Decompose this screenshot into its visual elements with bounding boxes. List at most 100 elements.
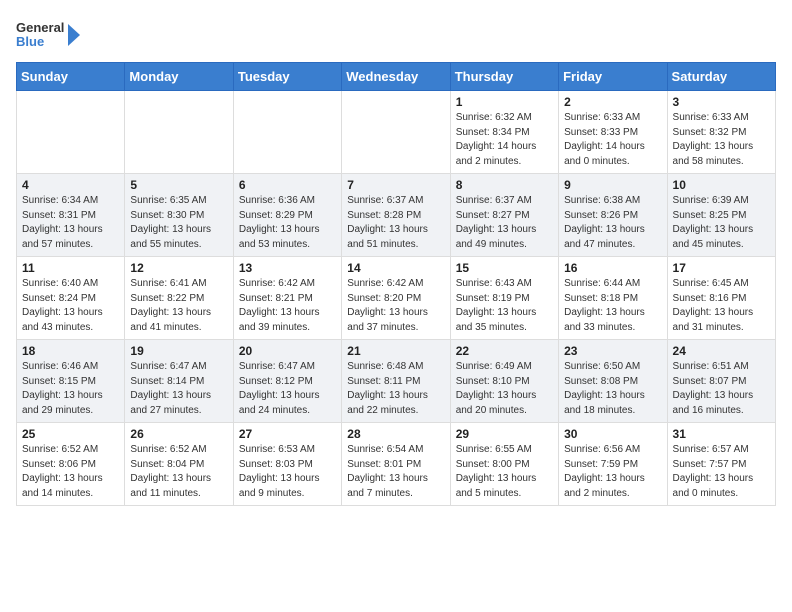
day-number: 2 <box>564 95 661 109</box>
day-info: Sunrise: 6:35 AMSunset: 8:30 PMDaylight:… <box>130 194 227 252</box>
day-info: Sunrise: 6:38 AMSunset: 8:26 PMDaylight:… <box>564 194 661 252</box>
day-number: 16 <box>564 261 661 275</box>
day-info: Sunrise: 6:36 AMSunset: 8:29 PMDaylight:… <box>239 194 336 252</box>
day-number: 15 <box>456 261 553 275</box>
day-info: Sunrise: 6:42 AMSunset: 8:20 PMDaylight:… <box>347 277 444 335</box>
calendar-cell: 28 Sunrise: 6:54 AMSunset: 8:01 PMDayligh… <box>342 423 450 506</box>
day-number: 21 <box>347 344 444 358</box>
day-info: Sunrise: 6:40 AMSunset: 8:24 PMDaylight:… <box>22 277 119 335</box>
calendar-cell: 3 Sunrise: 6:33 AMSunset: 8:32 PMDaylight… <box>667 91 775 174</box>
calendar-table: SundayMondayTuesdayWednesdayThursdayFrid… <box>16 62 776 506</box>
day-info: Sunrise: 6:32 AMSunset: 8:34 PMDaylight:… <box>456 111 553 169</box>
calendar-cell: 12Sunrise: 6:41 AMSunset: 8:22 PMDayligh… <box>125 257 233 340</box>
calendar-cell <box>17 91 125 174</box>
day-info: Sunrise: 6:33 AMSunset: 8:33 PMDaylight:… <box>564 111 661 169</box>
day-number: 13 <box>239 261 336 275</box>
day-number: 31 <box>673 427 770 441</box>
day-info: Sunrise: 6:50 AMSunset: 8:08 PMDaylight:… <box>564 360 661 418</box>
day-number: 20 <box>239 344 336 358</box>
calendar-cell: 11 Sunrise: 6:40 AMSunset: 8:24 PMDayligh… <box>17 257 125 340</box>
calendar-cell: 31 Sunrise: 6:57 AMSunset: 7:57 PMDayligh… <box>667 423 775 506</box>
day-number: 1 <box>456 95 553 109</box>
calendar-cell: 14Sunrise: 6:42 AMSunset: 8:20 PMDayligh… <box>342 257 450 340</box>
calendar-cell: 16 Sunrise: 6:44 AMSunset: 8:18 PMDayligh… <box>559 257 667 340</box>
calendar-cell: 2 Sunrise: 6:33 AMSunset: 8:33 PMDaylight… <box>559 91 667 174</box>
day-info: Sunrise: 6:55 AMSunset: 8:00 PMDaylight:… <box>456 443 553 501</box>
day-info: Sunrise: 6:44 AMSunset: 8:18 PMDaylight:… <box>564 277 661 335</box>
day-info: Sunrise: 6:54 AMSunset: 8:01 PMDaylight:… <box>347 443 444 501</box>
day-number: 25 <box>22 427 119 441</box>
calendar-day-header: Tuesday <box>233 63 341 91</box>
day-number: 29 <box>456 427 553 441</box>
calendar-cell: 27Sunrise: 6:53 AMSunset: 8:03 PMDayligh… <box>233 423 341 506</box>
day-info: Sunrise: 6:37 AMSunset: 8:28 PMDaylight:… <box>347 194 444 252</box>
day-number: 9 <box>564 178 661 192</box>
day-number: 3 <box>673 95 770 109</box>
day-info: Sunrise: 6:45 AMSunset: 8:16 PMDaylight:… <box>673 277 770 335</box>
calendar-cell: 22Sunrise: 6:49 AMSunset: 8:10 PMDayligh… <box>450 340 558 423</box>
day-info: Sunrise: 6:52 AMSunset: 8:04 PMDaylight:… <box>130 443 227 501</box>
day-info: Sunrise: 6:56 AMSunset: 7:59 PMDaylight:… <box>564 443 661 501</box>
calendar-cell: 13 Sunrise: 6:42 AMSunset: 8:21 PMDayligh… <box>233 257 341 340</box>
calendar-cell: 29 Sunrise: 6:55 AMSunset: 8:00 PMDayligh… <box>450 423 558 506</box>
calendar-cell: 7 Sunrise: 6:37 AMSunset: 8:28 PMDaylight… <box>342 174 450 257</box>
calendar-week-row: 11 Sunrise: 6:40 AMSunset: 8:24 PMDayligh… <box>17 257 776 340</box>
day-info: Sunrise: 6:47 AMSunset: 8:14 PMDaylight:… <box>130 360 227 418</box>
day-info: Sunrise: 6:39 AMSunset: 8:25 PMDaylight:… <box>673 194 770 252</box>
calendar-cell: 8 Sunrise: 6:37 AMSunset: 8:27 PMDaylight… <box>450 174 558 257</box>
day-info: Sunrise: 6:37 AMSunset: 8:27 PMDaylight:… <box>456 194 553 252</box>
calendar-week-row: 1 Sunrise: 6:32 AMSunset: 8:34 PMDaylight… <box>17 91 776 174</box>
day-number: 28 <box>347 427 444 441</box>
day-number: 6 <box>239 178 336 192</box>
logo-svg: GeneralBlue <box>16 16 96 54</box>
day-info: Sunrise: 6:33 AMSunset: 8:32 PMDaylight:… <box>673 111 770 169</box>
calendar-cell: 6 Sunrise: 6:36 AMSunset: 8:29 PMDaylight… <box>233 174 341 257</box>
calendar-cell: 15Sunrise: 6:43 AMSunset: 8:19 PMDayligh… <box>450 257 558 340</box>
day-info: Sunrise: 6:48 AMSunset: 8:11 PMDaylight:… <box>347 360 444 418</box>
day-number: 7 <box>347 178 444 192</box>
calendar-cell: 19 Sunrise: 6:47 AMSunset: 8:14 PMDayligh… <box>125 340 233 423</box>
calendar-cell: 20 Sunrise: 6:47 AMSunset: 8:12 PMDayligh… <box>233 340 341 423</box>
day-info: Sunrise: 6:57 AMSunset: 7:57 PMDaylight:… <box>673 443 770 501</box>
day-number: 4 <box>22 178 119 192</box>
svg-text:General: General <box>16 20 64 35</box>
day-info: Sunrise: 6:47 AMSunset: 8:12 PMDaylight:… <box>239 360 336 418</box>
day-number: 19 <box>130 344 227 358</box>
day-number: 18 <box>22 344 119 358</box>
calendar-cell: 24Sunrise: 6:51 AMSunset: 8:07 PMDayligh… <box>667 340 775 423</box>
day-info: Sunrise: 6:46 AMSunset: 8:15 PMDaylight:… <box>22 360 119 418</box>
day-info: Sunrise: 6:42 AMSunset: 8:21 PMDaylight:… <box>239 277 336 335</box>
calendar-cell: 18 Sunrise: 6:46 AMSunset: 8:15 PMDayligh… <box>17 340 125 423</box>
calendar-week-row: 25 Sunrise: 6:52 AMSunset: 8:06 PMDayligh… <box>17 423 776 506</box>
header: GeneralBlue <box>16 16 776 54</box>
calendar-cell: 4Sunrise: 6:34 AMSunset: 8:31 PMDaylight… <box>17 174 125 257</box>
logo: GeneralBlue <box>16 16 96 54</box>
calendar-cell: 25 Sunrise: 6:52 AMSunset: 8:06 PMDayligh… <box>17 423 125 506</box>
day-number: 12 <box>130 261 227 275</box>
day-number: 30 <box>564 427 661 441</box>
day-number: 11 <box>22 261 119 275</box>
day-number: 8 <box>456 178 553 192</box>
calendar-cell: 23 Sunrise: 6:50 AMSunset: 8:08 PMDayligh… <box>559 340 667 423</box>
day-number: 17 <box>673 261 770 275</box>
calendar-cell: 21 Sunrise: 6:48 AMSunset: 8:11 PMDayligh… <box>342 340 450 423</box>
day-number: 23 <box>564 344 661 358</box>
day-number: 22 <box>456 344 553 358</box>
calendar-day-header: Wednesday <box>342 63 450 91</box>
calendar-day-header: Thursday <box>450 63 558 91</box>
calendar-day-header: Saturday <box>667 63 775 91</box>
calendar-header-row: SundayMondayTuesdayWednesdayThursdayFrid… <box>17 63 776 91</box>
calendar-cell <box>125 91 233 174</box>
day-number: 27 <box>239 427 336 441</box>
day-info: Sunrise: 6:52 AMSunset: 8:06 PMDaylight:… <box>22 443 119 501</box>
calendar-day-header: Friday <box>559 63 667 91</box>
calendar-week-row: 18 Sunrise: 6:46 AMSunset: 8:15 PMDayligh… <box>17 340 776 423</box>
calendar-cell: 1 Sunrise: 6:32 AMSunset: 8:34 PMDaylight… <box>450 91 558 174</box>
calendar-cell: 10Sunrise: 6:39 AMSunset: 8:25 PMDayligh… <box>667 174 775 257</box>
day-info: Sunrise: 6:51 AMSunset: 8:07 PMDaylight:… <box>673 360 770 418</box>
calendar-cell: 9 Sunrise: 6:38 AMSunset: 8:26 PMDaylight… <box>559 174 667 257</box>
day-number: 26 <box>130 427 227 441</box>
calendar-cell <box>342 91 450 174</box>
calendar-day-header: Sunday <box>17 63 125 91</box>
calendar-cell: 26 Sunrise: 6:52 AMSunset: 8:04 PMDayligh… <box>125 423 233 506</box>
